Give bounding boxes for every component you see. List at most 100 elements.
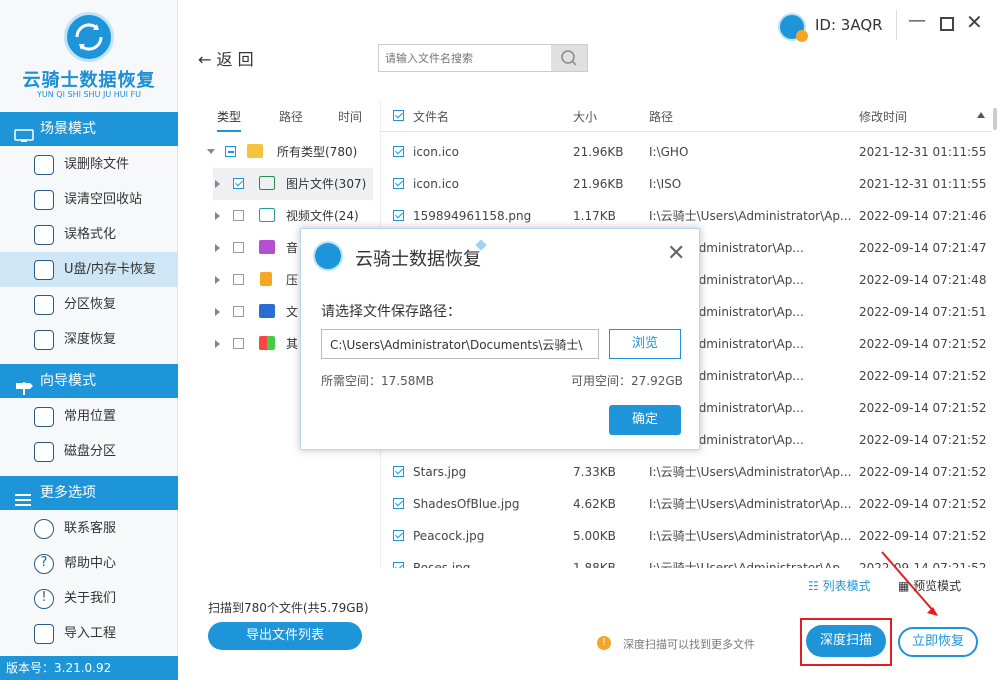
file-time: 2022-09-14 07:21:48: [859, 273, 987, 287]
checkbox[interactable]: [233, 242, 244, 253]
info-icon: !: [34, 589, 54, 609]
search-button[interactable]: [551, 45, 587, 71]
sidebar-item-usb-card[interactable]: U盘/内存卡恢复: [0, 252, 178, 287]
sidebar-item-format[interactable]: 误格式化: [0, 217, 178, 252]
save-path-input[interactable]: [321, 329, 599, 359]
user-avatar-icon[interactable]: [778, 13, 808, 42]
table-row[interactable]: icon.ico 21.96KB I:\ISO 2021-12-31 01:11:55: [381, 168, 992, 200]
search-box[interactable]: [378, 44, 588, 72]
file-time: 2022-09-14 07:21:52: [859, 529, 987, 543]
preview-mode-button[interactable]: ▦ 预览模式: [898, 577, 961, 594]
row-checkbox[interactable]: [393, 146, 404, 157]
browse-button[interactable]: 浏览: [609, 329, 681, 359]
dialog-close-button[interactable]: ✕: [667, 241, 685, 266]
expand-arrow-icon[interactable]: [215, 180, 220, 188]
windows-icon: [34, 407, 54, 427]
row-checkbox[interactable]: [393, 498, 404, 509]
tab-time[interactable]: 时间: [338, 108, 362, 125]
video-icon: [259, 208, 275, 222]
table-row[interactable]: icon.ico 21.96KB I:\GHO 2021-12-31 01:11:55: [381, 136, 992, 168]
minimize-button[interactable]: —: [908, 10, 926, 31]
row-checkbox[interactable]: [393, 562, 404, 568]
file-time: 2022-09-14 07:21:52: [859, 465, 987, 479]
expand-arrow-icon[interactable]: [215, 340, 220, 348]
confirm-button[interactable]: 确定: [609, 405, 681, 435]
sort-arrow-icon[interactable]: [977, 112, 985, 118]
expand-arrow-icon[interactable]: [215, 276, 220, 284]
row-checkbox[interactable]: [393, 210, 404, 221]
checkbox[interactable]: [233, 274, 244, 285]
sidebar-item-recycle-bin[interactable]: 误清空回收站: [0, 182, 178, 217]
tree-node-archive[interactable]: 压: [213, 264, 299, 296]
sidebar-item-common-locations[interactable]: 常用位置: [0, 399, 178, 434]
row-checkbox[interactable]: [393, 530, 404, 541]
file-time: 2022-09-14 07:21:52: [859, 497, 987, 511]
checkbox[interactable]: [233, 178, 244, 189]
column-time[interactable]: 修改时间: [859, 108, 907, 125]
file-time: 2022-09-14 07:21:52: [859, 369, 987, 383]
monitor-icon: [14, 122, 34, 142]
table-row[interactable]: ShadesOfBlue.jpg 4.62KB I:\云骑士\Users\Admin…: [381, 488, 992, 520]
tab-type[interactable]: 类型: [217, 108, 242, 132]
sidebar-item-disk-partition[interactable]: 磁盘分区: [0, 434, 178, 469]
export-list-button[interactable]: 导出文件列表: [208, 622, 362, 650]
list-mode-button[interactable]: ☷ 列表模式: [808, 577, 871, 594]
tree-node-other[interactable]: 其: [213, 328, 299, 360]
scrollbar[interactable]: [993, 108, 997, 130]
checkbox[interactable]: [233, 306, 244, 317]
list-icon: ☷: [808, 579, 819, 593]
divider: [896, 10, 897, 40]
file-name: icon.ico: [413, 145, 459, 159]
file-path: I:\GHO: [649, 145, 689, 159]
tree-node-images[interactable]: 图片文件(307): [213, 168, 373, 200]
column-name[interactable]: 文件名: [413, 108, 449, 125]
back-button[interactable]: ← 返 回: [198, 46, 254, 70]
sidebar-item-about[interactable]: ! 关于我们: [0, 581, 178, 616]
expand-arrow-icon[interactable]: [215, 244, 220, 252]
sidebar: 云骑士数据恢复 YUN QI SHI SHU JU HUI FU 场景模式 误删…: [0, 0, 178, 680]
table-row[interactable]: Peacock.jpg 5.00KB I:\云骑士\Users\Administra…: [381, 520, 992, 552]
file-name: Roses.jpg: [413, 561, 471, 568]
arrow-left-icon: ←: [198, 50, 212, 69]
section-wizard-mode[interactable]: 向导模式: [0, 364, 178, 398]
available-space: 可用空间：27.92GB: [571, 374, 683, 388]
file-size: 5.00KB: [573, 529, 616, 543]
section-more-options[interactable]: 更多选项: [0, 476, 178, 510]
checkbox[interactable]: [233, 338, 244, 349]
select-all-checkbox[interactable]: [393, 110, 404, 121]
deep-scan-button[interactable]: 深度扫描: [806, 625, 886, 657]
column-size[interactable]: 大小: [573, 108, 597, 125]
table-row[interactable]: Roses.jpg 1.88KB I:\云骑士\Users\Administrato…: [381, 552, 992, 568]
tree-node-audio[interactable]: 音: [213, 232, 299, 264]
file-time: 2022-09-14 07:21:47: [859, 241, 987, 255]
checkbox[interactable]: [233, 210, 244, 221]
logo-icon: [64, 12, 114, 62]
dialog-prompt: 请选择文件保存路径：: [321, 304, 461, 320]
deep-recovery-icon: [34, 330, 54, 350]
recover-now-button[interactable]: 立即恢复: [898, 627, 978, 657]
search-input[interactable]: [379, 45, 551, 71]
sidebar-item-contact-support[interactable]: 联系客服: [0, 511, 178, 546]
sidebar-item-partition-recovery[interactable]: 分区恢复: [0, 287, 178, 322]
column-path[interactable]: 路径: [649, 108, 673, 125]
sidebar-item-import-project[interactable]: 导入工程: [0, 616, 178, 651]
sidebar-item-deleted[interactable]: 误删除文件: [0, 147, 178, 182]
collapse-arrow-icon[interactable]: [207, 149, 215, 154]
checkbox[interactable]: [225, 146, 236, 157]
expand-arrow-icon[interactable]: [215, 212, 220, 220]
tab-path[interactable]: 路径: [279, 108, 303, 125]
file-name: Stars.jpg: [413, 465, 467, 479]
sidebar-item-help-center[interactable]: ? 帮助中心: [0, 546, 178, 581]
section-scene-mode[interactable]: 场景模式: [0, 112, 178, 146]
tree-node-all[interactable]: 所有类型(780): [205, 136, 380, 168]
expand-arrow-icon[interactable]: [215, 308, 220, 316]
tree-node-document[interactable]: 文: [213, 296, 299, 328]
file-size: 4.62KB: [573, 497, 616, 511]
row-checkbox[interactable]: [393, 466, 404, 477]
table-row[interactable]: Stars.jpg 7.33KB I:\云骑士\Users\Administrato…: [381, 456, 992, 488]
file-time: 2022-09-14 07:21:52: [859, 433, 987, 447]
sidebar-item-deep-recovery[interactable]: 深度恢复: [0, 322, 178, 357]
close-button[interactable]: ✕: [966, 10, 983, 34]
row-checkbox[interactable]: [393, 178, 404, 189]
maximize-button[interactable]: [940, 17, 954, 31]
